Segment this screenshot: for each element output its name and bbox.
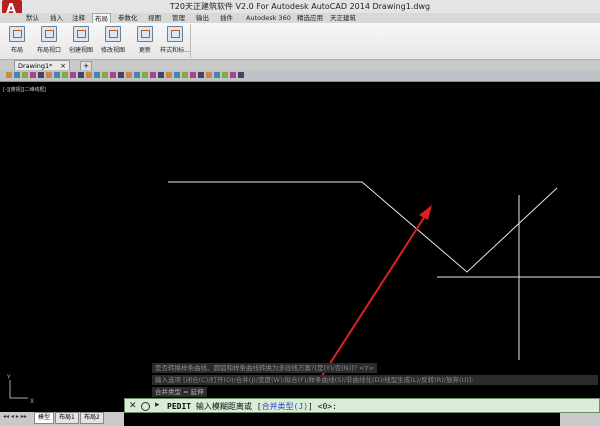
- tab-layout1[interactable]: 布局1: [55, 412, 79, 424]
- status-bar-right: [560, 413, 600, 426]
- polyline-entity: [168, 181, 558, 273]
- ucs-x-label: X: [30, 398, 35, 405]
- tab-model[interactable]: 模型: [34, 412, 55, 424]
- command-prompt-icon: ▸: [155, 400, 160, 410]
- customize-wrench-icon[interactable]: [141, 402, 150, 411]
- command-input[interactable]: PEDIT 输入模糊距离或 [合并类型(J)] <0>:: [167, 401, 337, 412]
- command-history-line: 是否转换样条曲线、圆弧和样条曲线转换为多段线方案?[是(Y)/否(N)]? <Y…: [152, 363, 378, 373]
- command-default-value: ] <0>:: [308, 402, 337, 411]
- command-name: PEDIT: [167, 402, 192, 411]
- layout-nav-arrows-icon[interactable]: ◂◂ ◂ ▸ ▸▸: [3, 413, 27, 420]
- close-command-line-icon[interactable]: ✕: [129, 401, 137, 411]
- command-history-line: 合并类型 = 延伸: [152, 387, 207, 397]
- command-option-link[interactable]: 合并类型(J): [262, 402, 308, 411]
- command-history-line: 输入选项 [闭合(C)/打开(O)/合并(J)/宽度(W)/拟合(F)/样条曲线…: [152, 375, 598, 385]
- command-prompt-text: 输入模糊距离或 [: [195, 402, 262, 411]
- annotation-arrow: [317, 212, 428, 383]
- tab-layout2[interactable]: 布局2: [80, 412, 104, 424]
- annotation-arrowhead: [419, 205, 432, 220]
- ucs-icon: [9, 380, 28, 399]
- ucs-y-label: Y: [7, 374, 11, 381]
- command-line[interactable]: ✕ ▸ PEDIT 输入模糊距离或 [合并类型(J)] <0>:: [124, 398, 600, 413]
